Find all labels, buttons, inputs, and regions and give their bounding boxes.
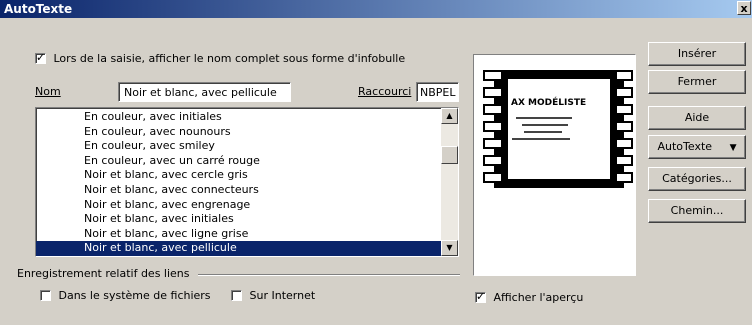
close-button[interactable]: Fermer [648, 70, 746, 94]
path-button[interactable]: Chemin... [648, 199, 746, 223]
list-item[interactable]: En couleur, avec un carré rouge [36, 154, 458, 169]
internet-checkbox[interactable] [231, 289, 242, 301]
list-scrollbar[interactable]: ▲ ▼ [441, 108, 458, 256]
links-group-label: Enregistrement relatif des liens [17, 267, 190, 280]
list-item[interactable]: Noir et blanc, avec ligne grise [36, 227, 458, 242]
title-bar: AutoTexte x [0, 0, 752, 18]
autotext-menu-label: AutoTexte [657, 140, 713, 153]
chevron-down-icon: ▼ [729, 143, 737, 153]
scroll-down-icon[interactable]: ▼ [441, 240, 458, 256]
scroll-up-icon[interactable]: ▲ [441, 108, 458, 124]
show-preview-label: Afficher l'aperçu [493, 290, 584, 304]
show-tooltip-label: Lors de la saisie, afficher le nom compl… [53, 51, 406, 65]
shortcut-label: Raccourci [358, 85, 412, 98]
window-title: AutoTexte [4, 2, 73, 16]
name-input[interactable]: Noir et blanc, avec pellicule [118, 82, 291, 102]
list-item[interactable]: Noir et blanc, avec connecteurs [36, 183, 458, 198]
scroll-thumb[interactable] [441, 146, 458, 164]
autotext-list[interactable]: En couleur, avec initiales En couleur, a… [35, 107, 459, 257]
insert-button[interactable]: Insérer [648, 42, 746, 66]
show-preview-option[interactable]: Afficher l'aperçu [475, 290, 583, 304]
internet-option[interactable]: Sur Internet [231, 288, 315, 302]
show-preview-checkbox[interactable] [475, 290, 486, 303]
list-item[interactable]: Noir et blanc, avec initiales [36, 212, 458, 227]
name-label: Nom [35, 85, 61, 98]
show-tooltip-option[interactable]: Lors de la saisie, afficher le nom compl… [35, 51, 405, 65]
group-divider [198, 274, 460, 276]
list-item[interactable]: En couleur, avec initiales [36, 110, 458, 125]
list-item[interactable]: Noir et blanc, avec cercle gris [36, 168, 458, 183]
show-tooltip-checkbox[interactable] [35, 51, 46, 64]
list-item[interactable]: Noir et blanc, avec engrenage [36, 198, 458, 213]
filesystem-checkbox[interactable] [40, 289, 51, 301]
autotext-menu-button[interactable]: AutoTexte ▼ [648, 135, 746, 159]
filesystem-option[interactable]: Dans le système de fichiers [40, 288, 211, 302]
preview-title: AX MODÉLISTE [511, 96, 586, 108]
list-item-selected[interactable]: Noir et blanc, avec pellicule [36, 241, 458, 256]
list-item[interactable]: En couleur, avec nounours [36, 125, 458, 140]
preview-pane: AX MODÉLISTE [473, 54, 636, 276]
shortcut-input[interactable]: NBPEL [416, 82, 459, 102]
film-logo-preview: AX MODÉLISTE [483, 70, 633, 188]
help-button[interactable]: Aide [648, 106, 746, 130]
internet-label: Sur Internet [249, 288, 316, 302]
list-item[interactable]: En couleur, avec smiley [36, 139, 458, 154]
close-icon[interactable]: x [737, 1, 751, 15]
filesystem-label: Dans le système de fichiers [58, 288, 211, 302]
categories-button[interactable]: Catégories... [648, 167, 746, 191]
